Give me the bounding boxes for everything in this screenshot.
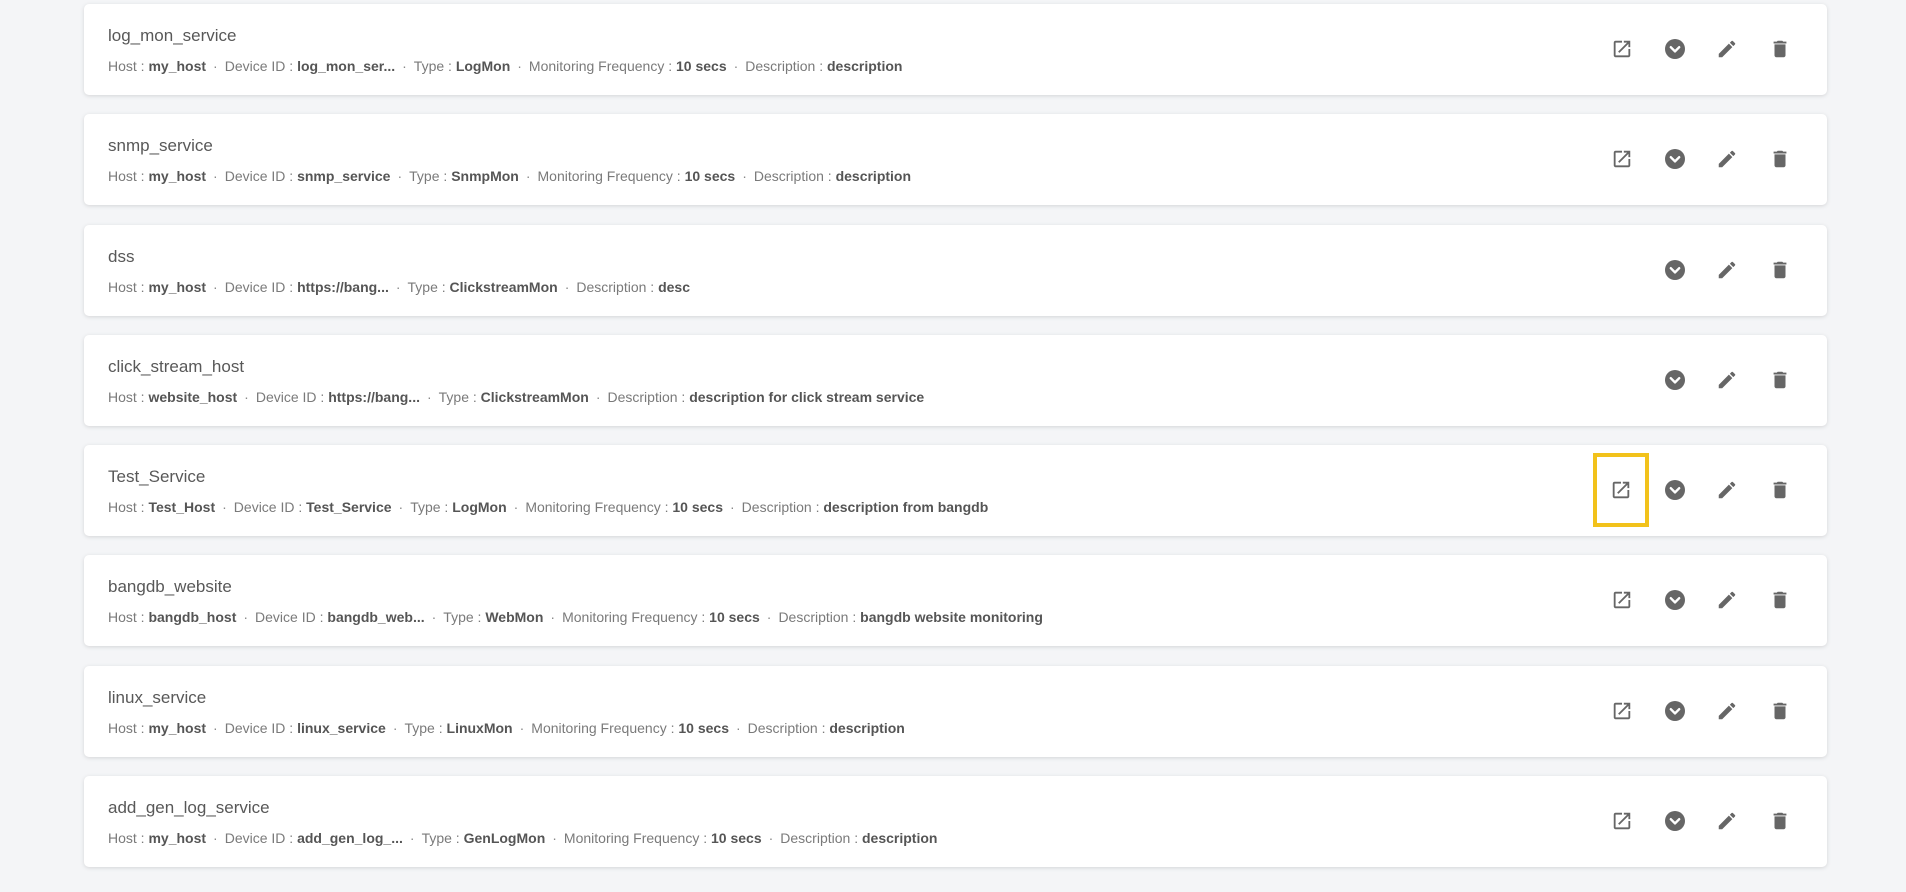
trash-icon	[1769, 148, 1791, 170]
service-card-snmp-service: snmp_service Host : my_host · Device ID : …	[84, 114, 1827, 206]
expand-button[interactable]	[1657, 31, 1693, 67]
edit-button[interactable]	[1709, 252, 1745, 288]
edit-button[interactable]	[1709, 141, 1745, 177]
service-actions	[84, 666, 1827, 757]
edit-button[interactable]	[1709, 803, 1745, 839]
trash-icon	[1769, 700, 1791, 722]
trash-icon	[1769, 38, 1791, 60]
open-in-new-button[interactable]	[1604, 31, 1640, 67]
service-actions	[84, 225, 1827, 316]
delete-button[interactable]	[1762, 803, 1798, 839]
service-actions	[84, 555, 1827, 646]
edit-button[interactable]	[1709, 582, 1745, 618]
service-actions	[84, 776, 1827, 867]
expand-button[interactable]	[1657, 362, 1693, 398]
trash-icon	[1769, 810, 1791, 832]
expand-button[interactable]	[1657, 582, 1693, 618]
service-actions	[84, 114, 1827, 205]
open-in-new-button[interactable]	[1604, 693, 1640, 729]
open-in-new-icon	[1611, 589, 1633, 611]
open-in-new-icon	[1610, 479, 1632, 501]
service-card-linux-service: linux_service Host : my_host · Device ID :…	[84, 665, 1827, 757]
service-actions	[84, 445, 1827, 536]
delete-button[interactable]	[1762, 31, 1798, 67]
delete-button[interactable]	[1762, 362, 1798, 398]
service-card-bangdb-website: bangdb_website Host : bangdb_host · Device…	[84, 555, 1827, 647]
open-in-new-icon	[1611, 700, 1633, 722]
chevron-down-circle-icon	[1663, 809, 1687, 833]
pencil-icon	[1716, 259, 1738, 281]
service-card-click-stream-host: click_stream_host Host : website_host · De…	[84, 334, 1827, 426]
edit-button[interactable]	[1709, 472, 1745, 508]
open-in-new-button[interactable]	[1604, 582, 1640, 618]
delete-button[interactable]	[1762, 141, 1798, 177]
chevron-down-circle-icon	[1663, 478, 1687, 502]
chevron-down-circle-icon	[1663, 699, 1687, 723]
expand-button[interactable]	[1657, 803, 1693, 839]
delete-button[interactable]	[1762, 582, 1798, 618]
service-card-dss: dss Host : my_host · Device ID : https://b…	[84, 224, 1827, 316]
chevron-down-circle-icon	[1663, 37, 1687, 61]
open-in-new-icon	[1611, 148, 1633, 170]
service-actions	[84, 335, 1827, 426]
chevron-down-circle-icon	[1663, 258, 1687, 282]
delete-button[interactable]	[1762, 472, 1798, 508]
open-in-new-icon	[1611, 810, 1633, 832]
service-card-test-service: Test_Service Host : Test_Host · Device ID …	[84, 445, 1827, 537]
open-in-new-icon	[1611, 38, 1633, 60]
open-in-new-button[interactable]	[1604, 803, 1640, 839]
pencil-icon	[1716, 479, 1738, 501]
chevron-down-circle-icon	[1663, 588, 1687, 612]
edit-button[interactable]	[1709, 693, 1745, 729]
expand-button[interactable]	[1657, 252, 1693, 288]
expand-button[interactable]	[1657, 141, 1693, 177]
pencil-icon	[1716, 148, 1738, 170]
pencil-icon	[1716, 369, 1738, 391]
service-actions	[84, 4, 1827, 95]
trash-icon	[1769, 589, 1791, 611]
chevron-down-circle-icon	[1663, 368, 1687, 392]
service-card-add-gen-log-service: add_gen_log_service Host : my_host · Devic…	[84, 776, 1827, 868]
pencil-icon	[1716, 38, 1738, 60]
trash-icon	[1769, 479, 1791, 501]
pencil-icon	[1716, 700, 1738, 722]
trash-icon	[1769, 369, 1791, 391]
open-in-new-button[interactable]	[1604, 141, 1640, 177]
delete-button[interactable]	[1762, 693, 1798, 729]
service-list: log_mon_service Host : my_host · Device ID…	[84, 4, 1827, 886]
open-in-new-button[interactable]	[1593, 453, 1649, 528]
delete-button[interactable]	[1762, 252, 1798, 288]
pencil-icon	[1716, 810, 1738, 832]
edit-button[interactable]	[1709, 362, 1745, 398]
service-card-log-mon-service: log_mon_service Host : my_host · Device ID…	[84, 4, 1827, 95]
expand-button[interactable]	[1657, 693, 1693, 729]
trash-icon	[1769, 259, 1791, 281]
edit-button[interactable]	[1709, 31, 1745, 67]
chevron-down-circle-icon	[1663, 147, 1687, 171]
pencil-icon	[1716, 589, 1738, 611]
expand-button[interactable]	[1657, 472, 1693, 508]
